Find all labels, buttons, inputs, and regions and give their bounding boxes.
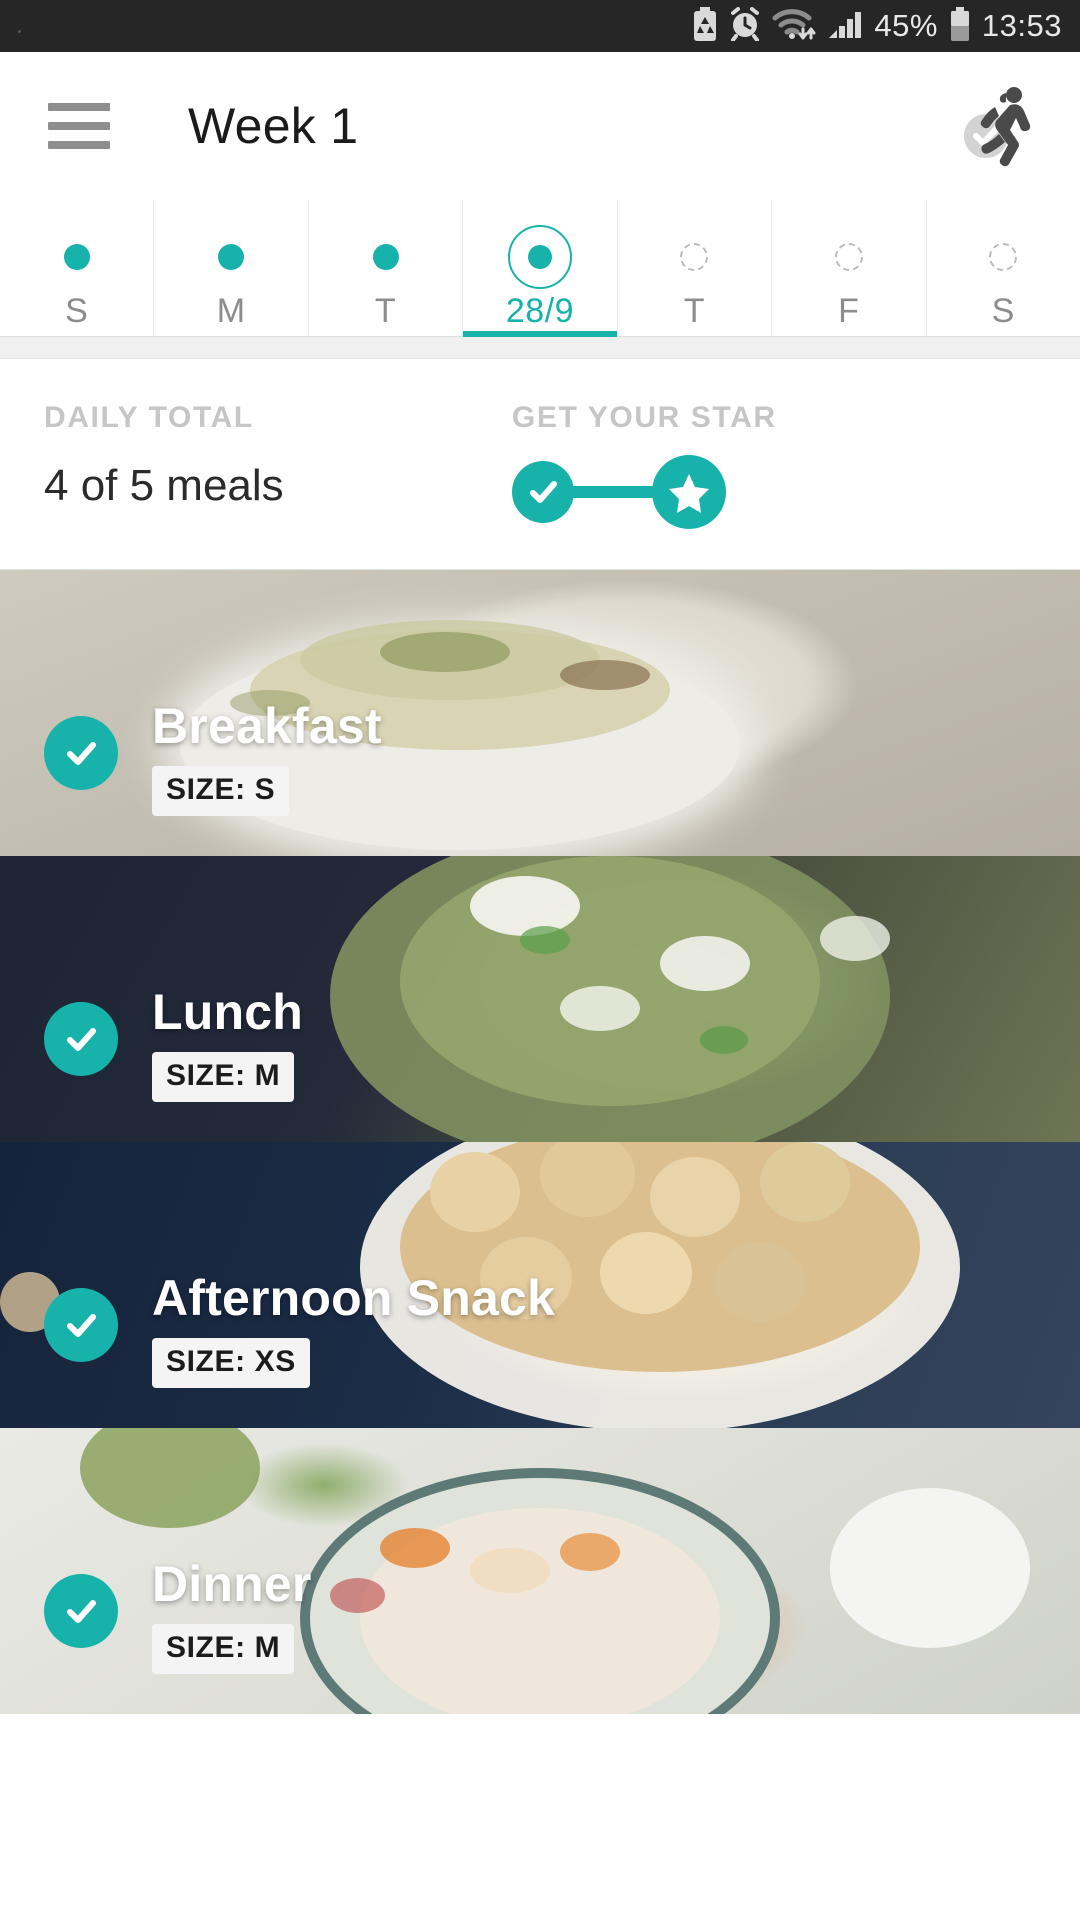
meal-card-content: Breakfast SIZE: S — [44, 697, 1040, 816]
meal-card-breakfast[interactable]: Breakfast SIZE: S — [0, 570, 1080, 856]
wifi-icon — [772, 7, 816, 46]
get-your-star-block: GET YOUR STAR — [511, 401, 1036, 529]
clock-label: 13:53 — [981, 8, 1062, 43]
meal-card-afternoon-snack[interactable]: Afternoon Snack SIZE: XS — [0, 1142, 1080, 1428]
day-tab-4[interactable]: T — [616, 200, 771, 336]
day-tab-2[interactable]: T — [307, 200, 462, 336]
meal-list: Breakfast SIZE: S Lunch SIZE: M Afternoo… — [0, 570, 1080, 1714]
meal-text-block: Afternoon Snack SIZE: XS — [152, 1269, 556, 1388]
meal-card-content: Lunch SIZE: M — [44, 983, 1040, 1102]
battery-percent-label: 45% — [874, 8, 938, 43]
star-circle-icon — [651, 455, 726, 529]
day-label: T — [683, 292, 706, 330]
day-label: S — [991, 292, 1015, 330]
day-tab-1[interactable]: M — [153, 200, 307, 336]
page-title: Week 1 — [188, 98, 359, 154]
day-tab-3-selected[interactable]: 28/9 — [462, 200, 617, 337]
meal-card-content: Afternoon Snack SIZE: XS — [44, 1269, 1040, 1388]
day-label: F — [838, 292, 860, 330]
selected-day-underline — [463, 331, 617, 337]
day-tab-5[interactable]: F — [771, 200, 925, 336]
meal-check-icon[interactable] — [44, 715, 118, 790]
battery-icon — [949, 6, 971, 46]
week-day-selector[interactable]: S M T 28/9 T F S — [0, 200, 1080, 337]
meal-check-icon[interactable] — [44, 1573, 118, 1648]
day-label: T — [374, 292, 397, 330]
running-person-icon[interactable] — [952, 78, 1048, 174]
check-circle-icon — [511, 461, 574, 523]
status-bar: 45% 13:53 — [0, 0, 1080, 52]
day-status-ring — [507, 225, 572, 289]
day-label: 28/9 — [505, 292, 575, 330]
day-status-dot-empty — [989, 228, 1018, 286]
meal-name: Breakfast — [152, 697, 382, 754]
meal-text-block: Dinner SIZE: M — [152, 1555, 312, 1674]
day-label: M — [216, 292, 246, 330]
daily-total-label: DAILY TOTAL — [44, 401, 254, 434]
app-bar: Week 1 — [0, 52, 1080, 200]
hamburger-menu-icon[interactable] — [48, 103, 110, 149]
meal-name: Afternoon Snack — [152, 1269, 556, 1326]
day-status-dot-empty — [834, 228, 863, 286]
meal-size-badge: SIZE: M — [152, 1624, 295, 1674]
day-status-dot — [372, 228, 399, 286]
daily-total-block: DAILY TOTAL 4 of 5 meals — [44, 401, 512, 529]
meal-check-icon[interactable] — [44, 1287, 118, 1362]
meal-name: Lunch — [152, 983, 303, 1040]
day-status-dot — [218, 228, 245, 286]
meal-size-badge: SIZE: M — [152, 1052, 295, 1102]
meal-text-block: Lunch SIZE: M — [152, 983, 303, 1102]
daily-total-value: 4 of 5 meals — [44, 461, 284, 510]
meal-name: Dinner — [152, 1555, 312, 1612]
meal-card-content: Dinner SIZE: M — [44, 1555, 1040, 1674]
section-divider — [0, 337, 1080, 359]
get-your-star-label: GET YOUR STAR — [511, 401, 777, 434]
battery-saver-icon — [692, 6, 718, 46]
signal-bars-icon — [827, 8, 863, 45]
meal-size-badge: SIZE: S — [152, 766, 290, 816]
status-dot — [18, 30, 21, 33]
meal-size-badge: SIZE: XS — [152, 1338, 310, 1388]
meal-card-dinner[interactable]: Dinner SIZE: M — [0, 1428, 1080, 1714]
day-status-dot-empty — [680, 228, 709, 286]
alarm-clock-icon — [729, 6, 761, 46]
meal-check-icon[interactable] — [44, 1001, 118, 1076]
meal-card-lunch[interactable]: Lunch SIZE: M — [0, 856, 1080, 1142]
star-progress-track — [511, 455, 1036, 529]
meal-text-block: Breakfast SIZE: S — [152, 697, 382, 816]
day-tab-6[interactable]: S — [925, 200, 1080, 336]
day-tab-0[interactable]: S — [0, 200, 153, 336]
day-status-dot — [63, 228, 90, 286]
day-label: S — [65, 292, 89, 330]
progress-connector — [569, 486, 656, 498]
daily-summary: DAILY TOTAL 4 of 5 meals GET YOUR STAR — [0, 359, 1080, 570]
